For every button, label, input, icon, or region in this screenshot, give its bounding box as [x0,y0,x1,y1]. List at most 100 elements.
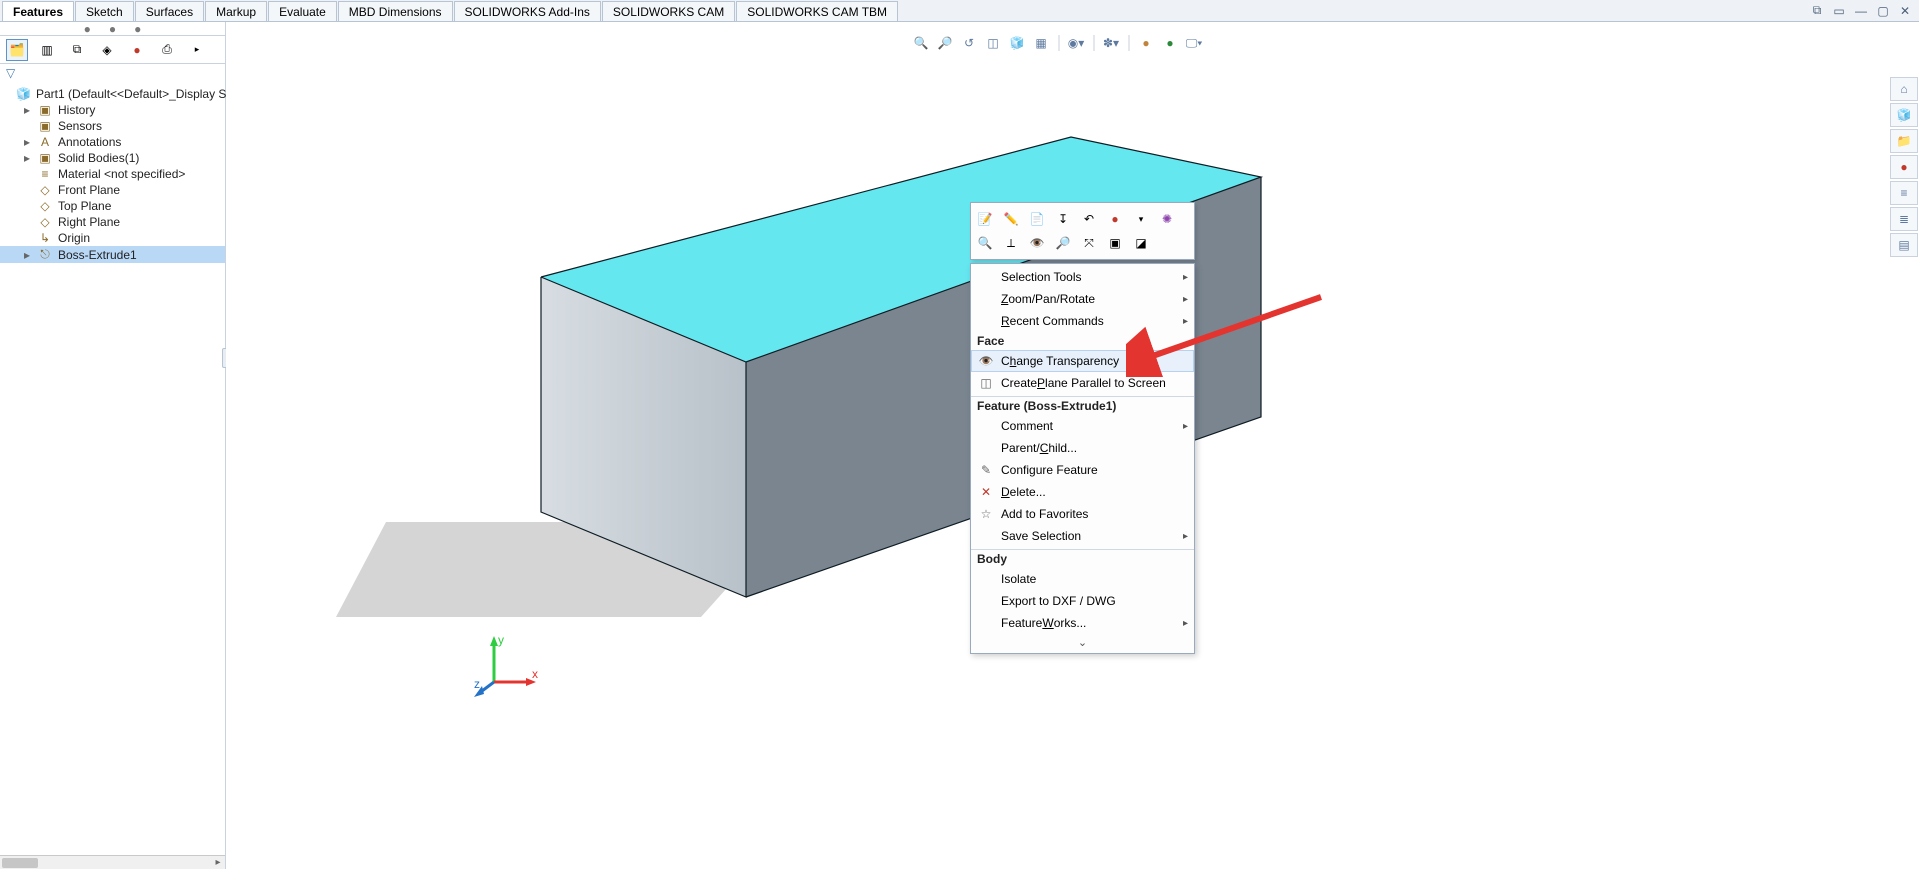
menu-change-transparency[interactable]: 👁️Change Transparency [971,350,1194,372]
menu-save-selection[interactable]: Save Selection [971,525,1194,547]
display-style-icon[interactable]: ▦ [1032,34,1050,52]
window-close-icon[interactable]: ✕ [1897,3,1913,19]
tree-origin[interactable]: ↳Origin [0,230,225,246]
feature-manager-tab[interactable]: 🗂️ [6,39,28,61]
taskpane-appearances-icon[interactable]: ● [1890,155,1918,179]
tab-mbd[interactable]: MBD Dimensions [338,1,453,21]
appearance2-icon[interactable]: ✺ [1157,209,1177,229]
tab-surfaces[interactable]: Surfaces [135,1,204,21]
edit-appearance-icon[interactable]: ✽▾ [1102,34,1120,52]
zoom-fit-icon[interactable]: 🔍 [912,34,930,52]
tree-sensors[interactable]: ▣Sensors [0,118,225,134]
tree-boss-extrude1[interactable]: ▸⎋Boss-Extrude1 [0,246,225,263]
svg-text:y: y [498,633,504,647]
svg-text:x: x [532,667,538,681]
tree-root[interactable]: 🧊 Part1 (Default<<Default>_Display S [0,86,225,102]
normal-to-icon[interactable]: ⟂ [1001,233,1021,253]
menu-parent-child[interactable]: Parent/Child... [971,437,1194,459]
zoom-to-selection-icon[interactable]: 🔍 [975,233,995,253]
menu-featureworks[interactable]: FeatureWorks... [971,612,1194,634]
edit-sketch-icon[interactable]: ✏️ [1001,209,1021,229]
context-menu: Selection Tools Zoom/Pan/Rotate Recent C… [970,263,1195,654]
command-manager-tabs: Features Sketch Surfaces Markup Evaluate… [0,0,1919,22]
previous-view-icon[interactable]: ↺ [960,34,978,52]
menu-expand-icon[interactable]: ⌄ [971,634,1194,651]
panel-collapse-icon[interactable]: ⧉ [1809,3,1825,19]
eye-icon: 👁️ [977,354,995,368]
display-manager-tab[interactable]: ● [126,39,148,61]
apply-scene-icon[interactable]: ● [1137,34,1155,52]
graphics-viewport[interactable]: 🔍 🔎 ↺ ◫ 🧊 ▦ ◉▾ ✽▾ ● ● 🖵▾ 📝 ✏️ 📄 ↧ ↶ ● ▾ … [226,22,1889,869]
cam-manager-tab[interactable]: ⎙ [156,39,178,61]
taskpane-properties-icon[interactable]: 📁 [1890,129,1918,153]
task-pane: ⌂ 🧊 📁 ● ≡ ≣ ▤ [1889,76,1919,258]
select-other-icon[interactable]: ▣ [1105,233,1125,253]
isolate-icon[interactable]: ⤧ [1079,233,1099,253]
menu-create-plane-parallel[interactable]: ◫Create Plane Parallel to Screen [971,372,1194,394]
menu-comment[interactable]: Comment [971,415,1194,437]
change-transparency-icon[interactable]: ◪ [1131,233,1151,253]
menu-export-dxf[interactable]: Export to DXF / DWG [971,590,1194,612]
configuration-manager-tab[interactable]: ⧉ [66,39,88,61]
context-toolbar: 📝 ✏️ 📄 ↧ ↶ ● ▾ ✺ 🔍 ⟂ 👁️ 🔎 ⤧ ▣ ◪ [970,202,1195,260]
menu-isolate[interactable]: Isolate [971,568,1194,590]
taskpane-resources-icon[interactable]: 🧊 [1890,103,1918,127]
menu-zoom-pan-rotate[interactable]: Zoom/Pan/Rotate [971,288,1194,310]
menu-section-face: Face [971,332,1194,350]
section-view-icon[interactable]: ◫ [984,34,1002,52]
menu-recent-commands[interactable]: Recent Commands [971,310,1194,332]
tree-history[interactable]: ▸▣History [0,102,225,118]
taskpane-library-icon[interactable]: ≡ [1890,181,1918,205]
taskpane-views-icon[interactable]: ▤ [1890,233,1918,257]
hide-icon[interactable]: 👁️ [1027,233,1047,253]
tree-solidbodies[interactable]: ▸▣Solid Bodies(1) [0,150,225,166]
menu-delete[interactable]: ✕Delete... [971,481,1194,503]
tab-camtbm[interactable]: SOLIDWORKS CAM TBM [736,1,898,21]
tab-features[interactable]: Features [2,1,74,21]
view-orientation-icon[interactable]: 🧊 [1008,34,1026,52]
cam-tab-chevron[interactable]: ▸ [186,39,208,61]
tree-hscroll[interactable]: ◂▸ [0,855,225,869]
hide-show-icon[interactable]: ◉▾ [1067,34,1085,52]
render-tools-icon[interactable]: ● [1161,34,1179,52]
zoom-area-icon[interactable]: 🔎 [936,34,954,52]
window-maximize-icon[interactable]: ▢ [1875,3,1891,19]
suppress-icon[interactable]: ↧ [1053,209,1073,229]
tab-markup[interactable]: Markup [205,1,267,21]
tree-right-plane[interactable]: ◇Right Plane [0,214,225,230]
heads-up-toolbar: 🔍 🔎 ↺ ◫ 🧊 ▦ ◉▾ ✽▾ ● ● 🖵▾ [912,34,1203,52]
svg-text:z: z [474,677,480,691]
panel-grip[interactable]: ●●● [0,22,225,36]
taskpane-forum-icon[interactable]: ≣ [1890,207,1918,231]
tree-annotations[interactable]: ▸AAnnotations [0,134,225,150]
edit-feature-icon[interactable]: 📝 [975,209,995,229]
menu-section-feature: Feature (Boss-Extrude1) [971,396,1194,415]
menu-add-favorites[interactable]: ☆Add to Favorites [971,503,1194,525]
rollback-icon[interactable]: ↶ [1079,209,1099,229]
property-manager-tab[interactable]: ▥ [36,39,58,61]
tree-front-plane[interactable]: ◇Front Plane [0,182,225,198]
tab-sketch[interactable]: Sketch [75,1,134,21]
menu-configure-feature[interactable]: ✎Configure Feature [971,459,1194,481]
appearance-dropdown-icon[interactable]: ▾ [1131,209,1151,229]
taskpane-home-icon[interactable]: ⌂ [1890,77,1918,101]
tab-addins[interactable]: SOLIDWORKS Add-Ins [454,1,601,21]
pencil-icon: ✎ [977,463,995,477]
panel-expand-icon[interactable]: ▭ [1831,3,1847,19]
menu-selection-tools[interactable]: Selection Tools [971,266,1194,288]
view-triad[interactable]: y x z [474,632,544,702]
plane-icon: ◫ [977,376,995,390]
dimxpert-manager-tab[interactable]: ◈ [96,39,118,61]
tree-top-plane[interactable]: ◇Top Plane [0,198,225,214]
tab-cam[interactable]: SOLIDWORKS CAM [602,1,735,21]
window-minimize-icon[interactable]: — [1853,3,1869,19]
view-settings-icon[interactable]: 🖵▾ [1185,34,1203,52]
feature-properties-icon[interactable]: 📄 [1027,209,1047,229]
x-icon: ✕ [977,485,995,499]
zoom-icon[interactable]: 🔎 [1053,233,1073,253]
tree-filter[interactable]: ▽ [0,64,225,84]
tab-evaluate[interactable]: Evaluate [268,1,337,21]
feature-tree: 🧊 Part1 (Default<<Default>_Display S ▸▣H… [0,84,225,265]
appearance-icon[interactable]: ● [1105,209,1125,229]
tree-material[interactable]: ≡Material <not specified> [0,166,225,182]
